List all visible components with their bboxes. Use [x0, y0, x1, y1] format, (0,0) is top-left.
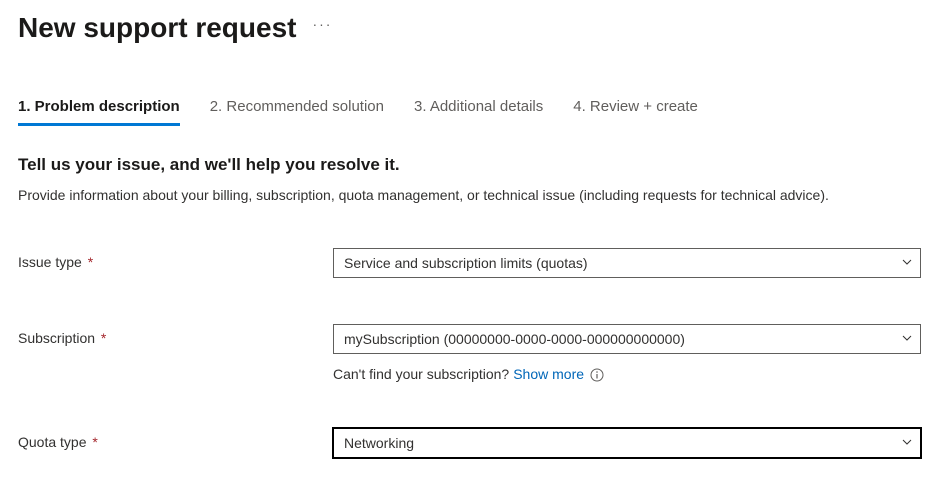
tab-label: 4. Review + create: [573, 98, 698, 115]
form-row-quota-type: Quota type * Networking: [18, 428, 921, 458]
show-more-link[interactable]: Show more: [513, 366, 584, 382]
form-row-subscription: Subscription * mySubscription (00000000-…: [18, 324, 921, 382]
issue-type-label: Issue type *: [18, 248, 333, 270]
issue-type-value: Service and subscription limits (quotas): [344, 255, 588, 271]
form-row-issue-type: Issue type * Service and subscription li…: [18, 248, 921, 278]
issue-type-select[interactable]: Service and subscription limits (quotas): [333, 248, 921, 278]
page-header: New support request ···: [18, 12, 921, 44]
tab-additional-details[interactable]: 3. Additional details: [414, 94, 543, 126]
tab-label: 1. Problem description: [18, 98, 180, 115]
wizard-tabs: 1. Problem description 2. Recommended so…: [18, 94, 921, 127]
required-indicator: *: [97, 330, 106, 346]
tab-recommended-solution[interactable]: 2. Recommended solution: [210, 94, 384, 126]
section-description: Provide information about your billing, …: [18, 185, 921, 206]
required-indicator: *: [89, 434, 98, 450]
more-actions-icon[interactable]: ···: [312, 16, 332, 32]
page-title: New support request: [18, 12, 296, 44]
section-heading: Tell us your issue, and we'll help you r…: [18, 155, 921, 175]
quota-type-label: Quota type *: [18, 428, 333, 450]
tab-label: 2. Recommended solution: [210, 98, 384, 115]
subscription-value: mySubscription (00000000-0000-0000-00000…: [344, 331, 685, 347]
subscription-helper: Can't find your subscription? Show more: [333, 366, 921, 382]
quota-type-select[interactable]: Networking: [333, 428, 921, 458]
quota-type-value: Networking: [344, 435, 414, 451]
subscription-label: Subscription *: [18, 324, 333, 346]
tab-problem-description[interactable]: 1. Problem description: [18, 94, 180, 126]
tab-label: 3. Additional details: [414, 98, 543, 115]
subscription-select[interactable]: mySubscription (00000000-0000-0000-00000…: [333, 324, 921, 354]
tab-review-create[interactable]: 4. Review + create: [573, 94, 698, 126]
info-icon[interactable]: [590, 368, 604, 382]
required-indicator: *: [84, 254, 93, 270]
